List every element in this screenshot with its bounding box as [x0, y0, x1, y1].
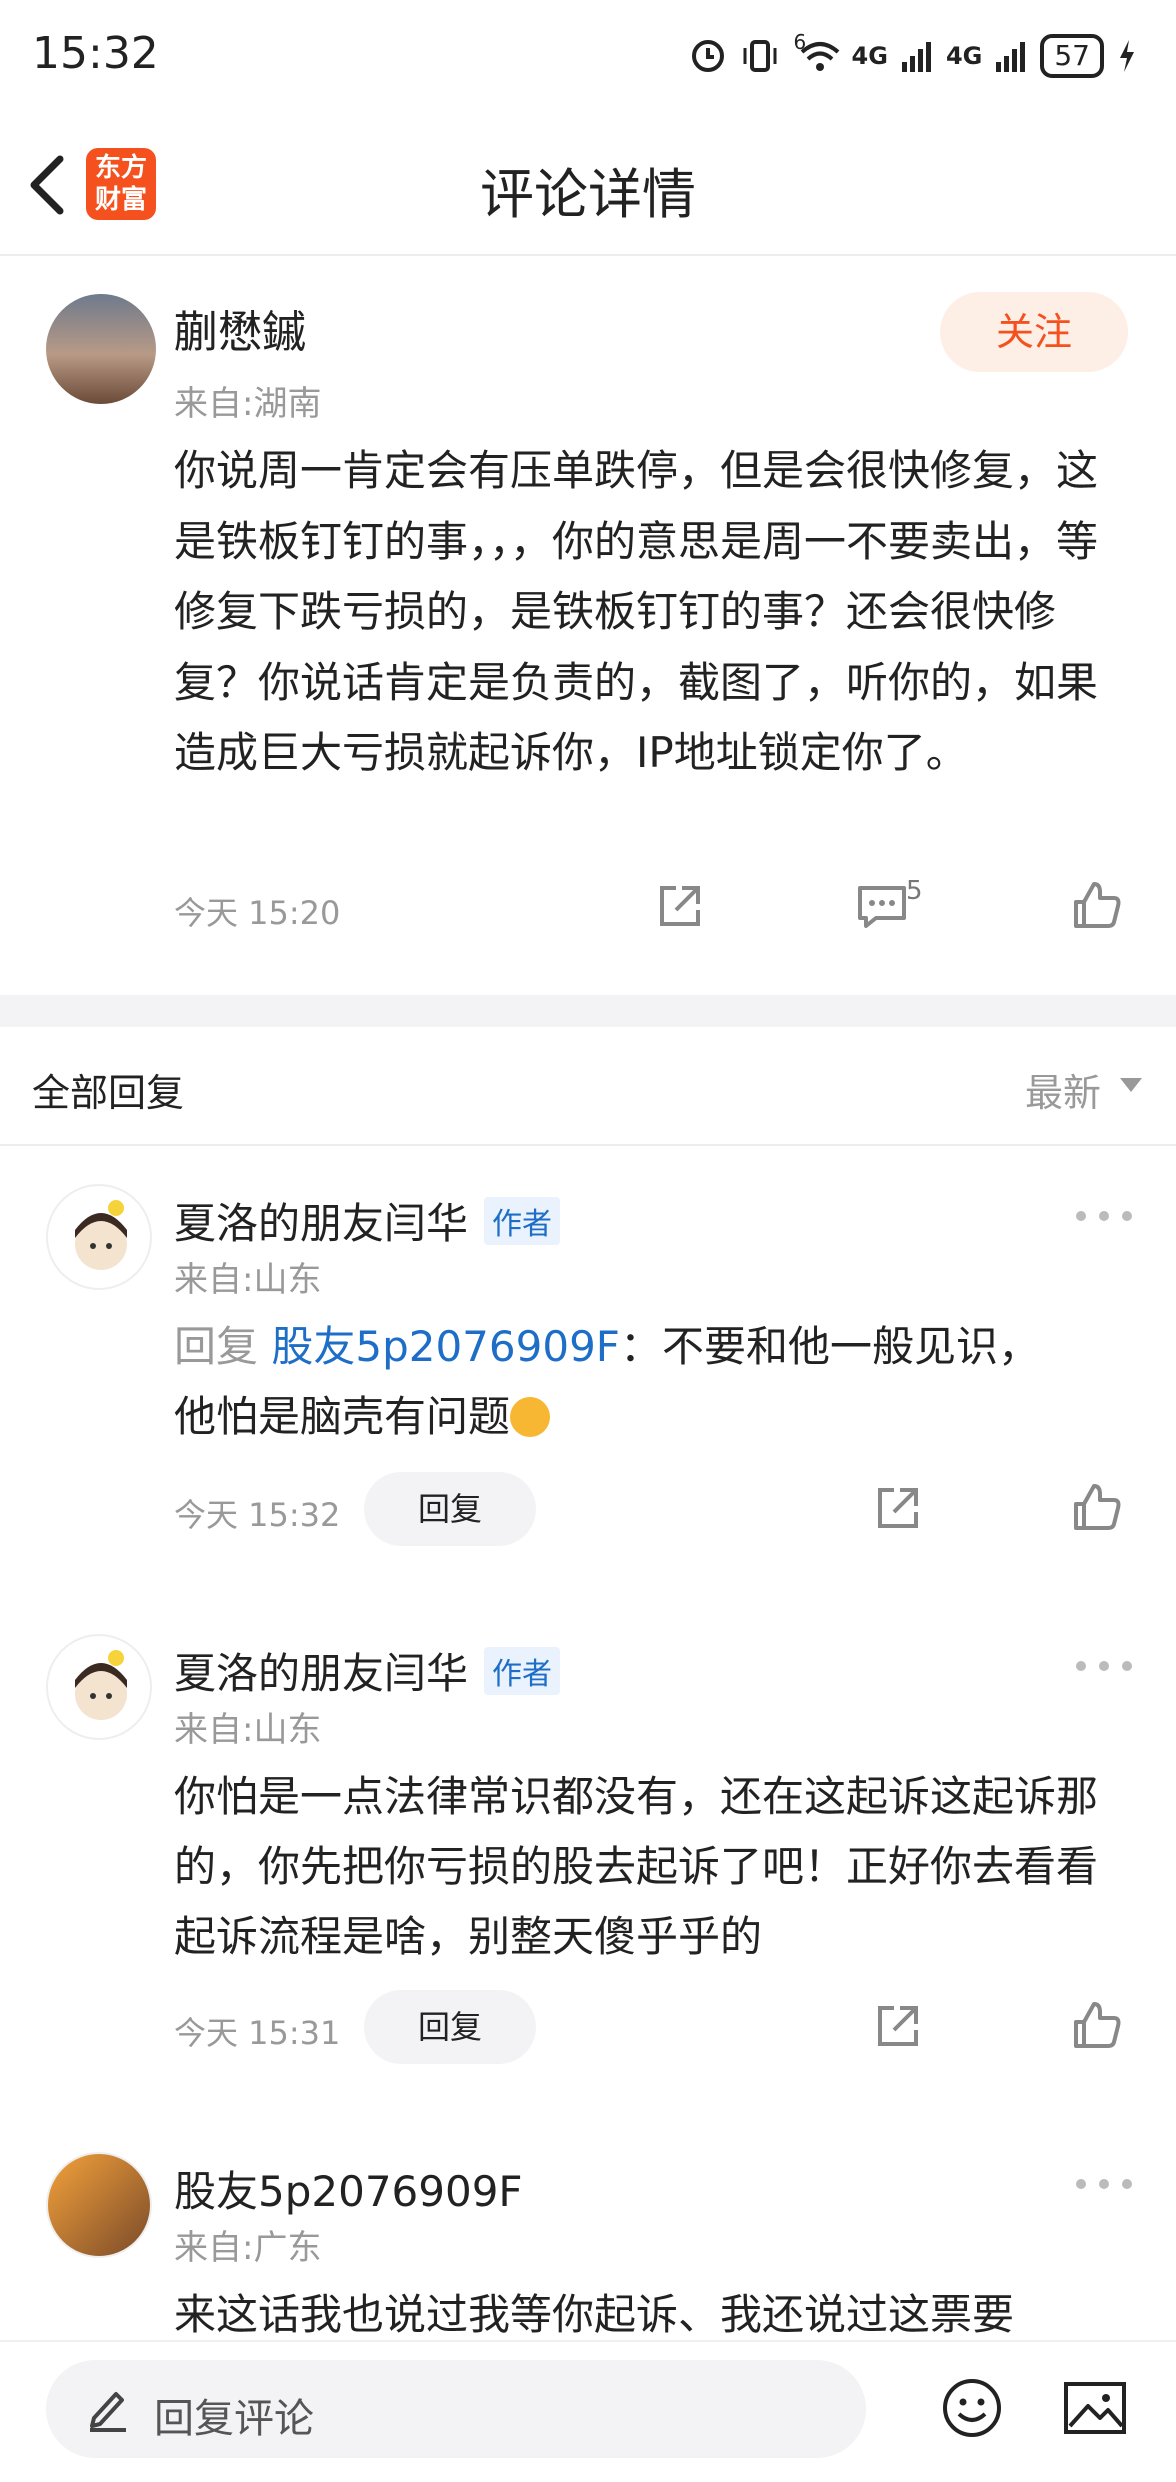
image-button[interactable]	[1062, 2378, 1128, 2442]
all-replies-title: 全部回复	[32, 1071, 185, 1115]
section-separator	[0, 995, 1176, 1027]
share-button[interactable]	[872, 2000, 932, 2060]
reply-comment-placeholder[interactable]: 回复评论	[154, 2386, 314, 2444]
edit-icon	[86, 2384, 130, 2436]
wifi-icon: 6	[794, 30, 839, 74]
status-time: 15:32	[32, 28, 159, 79]
reply-author-name[interactable]: 夏洛的朋友闫华	[174, 1640, 468, 1701]
dizzy-face-emoji-icon	[510, 1397, 551, 1437]
reply-avatar[interactable]	[46, 1634, 152, 1740]
share-icon	[660, 886, 700, 926]
reply-avatar[interactable]	[46, 2152, 152, 2258]
share-icon	[878, 1488, 918, 1528]
like-icon	[1074, 1484, 1121, 1530]
divider	[0, 1144, 1176, 1146]
comment-time: 今天 15:20	[174, 894, 341, 932]
reply-count: 5	[906, 876, 923, 906]
reply-author-row: 夏洛的朋友闫华 作者	[174, 1640, 561, 1701]
reply-text-line1: ：不要和他一般见识，	[619, 1322, 1040, 1371]
author-tag: 作者	[484, 1196, 561, 1245]
reply-author-name[interactable]: 夏洛的朋友闫华	[174, 1190, 468, 1251]
reply-button[interactable]: 回复	[364, 1472, 536, 1546]
reply-time: 今天 15:32	[174, 1496, 341, 1534]
image-icon	[1064, 2382, 1126, 2434]
emoji-button[interactable]	[940, 2376, 1004, 2444]
reply-text-line2: 他怕是脑壳有问题	[174, 1392, 511, 1441]
comment-text: 你说周一肯定会有压单跌停，但是会很快修复，这是铁板钉钉的事，，，你的意思是周一不…	[174, 446, 1099, 777]
sort-dropdown[interactable]: 最新	[1025, 1062, 1101, 1117]
network-type-1: 4G	[851, 42, 888, 70]
author-location: 来自:湖南	[174, 384, 322, 424]
reply-prefix: 回复	[174, 1322, 272, 1371]
network-type-2: 4G	[945, 42, 983, 70]
comment-icon	[858, 886, 906, 928]
signal-icon-2	[996, 42, 1026, 72]
chevron-down-icon[interactable]	[1120, 1078, 1142, 1092]
more-icon[interactable]	[1076, 1206, 1132, 1226]
reply-time: 今天 15:31	[174, 2014, 341, 2052]
reply-avatar[interactable]	[46, 1184, 152, 1290]
like-button[interactable]	[1070, 1998, 1130, 2058]
vibrate-icon	[743, 40, 777, 72]
like-button[interactable]	[1070, 1480, 1130, 1540]
share-button[interactable]	[654, 880, 714, 940]
battery-level: 57	[1040, 34, 1104, 78]
more-icon[interactable]	[1076, 1656, 1132, 1676]
reply-location: 来自:山东	[174, 1260, 322, 1300]
comment-button[interactable]	[854, 880, 914, 940]
reply-location: 来自:山东	[174, 1710, 322, 1750]
reply-text: 回复 股友5p2076909F：不要和他一般见识， 他怕是脑壳有问题	[174, 1312, 1174, 1452]
charging-icon	[1120, 40, 1134, 72]
reply-text: 你怕是一点法律常识都没有，还在这起诉这起诉那的，你先把你亏损的股去起诉了吧！正好…	[174, 1772, 1099, 1961]
page-title: 评论详情	[480, 163, 696, 226]
alarm-icon	[691, 40, 724, 72]
reply-target-link[interactable]: 股友5p2076909F	[271, 1322, 620, 1371]
like-icon	[1074, 882, 1121, 928]
share-icon	[878, 2006, 918, 2046]
author-name[interactable]: 蒯懋鏚	[174, 296, 306, 360]
emoji-icon	[943, 2379, 1001, 2437]
author-tag: 作者	[484, 1646, 561, 1695]
follow-button[interactable]: 关注	[940, 292, 1128, 372]
reply-button[interactable]: 回复	[364, 1990, 536, 2064]
more-icon[interactable]	[1076, 2174, 1132, 2194]
like-button[interactable]	[1070, 878, 1130, 938]
status-icons: 6 4G 4G 57	[690, 30, 1136, 82]
reply-author-name[interactable]: 股友5p2076909F	[174, 2158, 523, 2219]
avatar[interactable]	[46, 294, 156, 404]
like-icon	[1074, 2002, 1121, 2048]
reply-location: 来自:广东	[174, 2228, 322, 2268]
reply-author-row: 夏洛的朋友闫华 作者	[174, 1190, 561, 1251]
share-button[interactable]	[872, 1482, 932, 1542]
signal-icon-1	[901, 42, 931, 72]
